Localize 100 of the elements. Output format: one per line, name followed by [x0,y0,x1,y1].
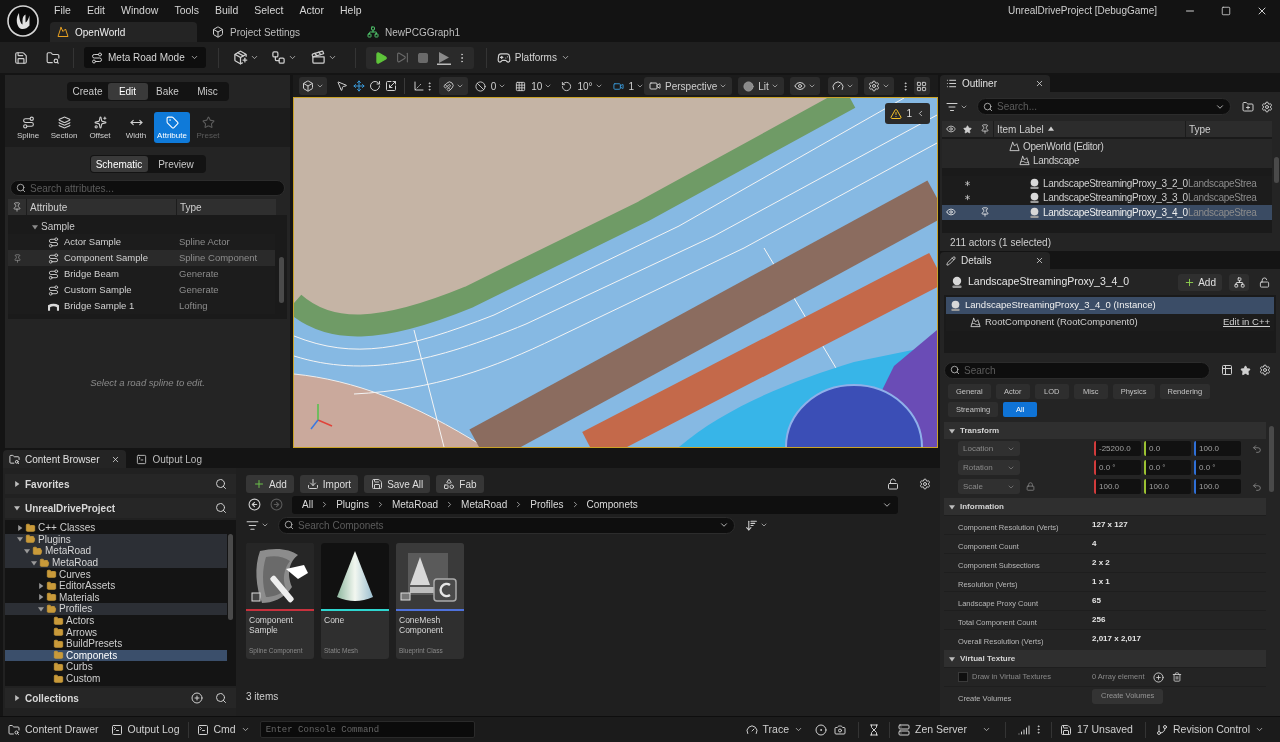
search-button[interactable] [214,691,228,705]
property-dropdown[interactable]: Location [958,441,1020,456]
close-tab-button[interactable] [110,454,121,464]
folder-item[interactable]: Componets [5,649,227,662]
menu-item[interactable]: Select [246,1,292,20]
outliner-row[interactable]: OpenWorld (Editor) [942,139,1272,154]
document-tab[interactable]: Project Settings [205,22,352,42]
warning-badge[interactable]: 1 [885,103,930,124]
breadcrumb-link[interactable]: All [300,497,316,512]
scrollbar-thumb[interactable] [279,257,284,303]
settings-dropdown[interactable] [863,77,894,95]
panel-tab[interactable]: Outliner [940,75,1050,92]
surface-snap-dropdown[interactable]: 0 [474,77,507,95]
folder-item[interactable]: EditorAssets [5,579,227,592]
add-folder-button[interactable] [1241,99,1255,114]
menu-item[interactable]: Help [331,1,370,20]
logo-icon[interactable] [7,5,39,37]
mode-tab[interactable]: Edit [107,83,148,100]
search-button[interactable] [214,477,228,491]
outliner-row[interactable]: LandscapeStreamingProxy_3_4_0LandscapeStrea [942,205,1272,220]
trace-dropdown[interactable]: Trace [741,719,807,740]
close-tab-button[interactable] [1034,255,1044,266]
add-element-button[interactable] [1152,671,1165,683]
folder-item[interactable]: Plugins [5,533,227,546]
number-field[interactable]: 0.0 ° [1094,460,1141,475]
back-button[interactable] [246,496,262,513]
folder-item[interactable]: BuildPresets [5,637,227,650]
folder-item[interactable]: C++ Classes [5,522,227,534]
tool-button[interactable]: Section [46,112,82,143]
camera-speed-dropdown[interactable]: 1 [612,77,645,95]
menu-item[interactable]: Tools [166,1,207,20]
tool-button[interactable]: Attribute [154,112,190,143]
grid-snap-dropdown[interactable]: 10 [515,77,553,95]
number-field[interactable]: 0.0 [1144,441,1191,456]
tree-group[interactable]: Sample [8,219,75,234]
section-header[interactable]: Transform [944,422,1266,439]
settings-button[interactable] [1258,363,1271,377]
property-dropdown[interactable]: Scale [958,479,1020,494]
breadcrumb-link[interactable]: MetaRoad [389,497,441,512]
settings-button[interactable] [1260,99,1274,114]
scrollbar-thumb[interactable] [1269,426,1274,492]
shading-dropdown[interactable]: Lit [738,77,784,95]
console-input[interactable]: Enter Console Command [259,721,475,738]
add-button[interactable]: Add [246,475,294,493]
import-button[interactable]: Import [299,475,359,493]
folder-item[interactable]: Custom [5,672,227,685]
mode-dropdown[interactable]: Meta Road Mode [84,47,206,68]
search-field[interactable]: Search... [977,98,1231,115]
content-drawer-button[interactable]: Content Drawer [4,719,103,740]
panel-tab[interactable]: Output Log [130,450,208,468]
settings-button[interactable] [918,477,932,491]
folder-item[interactable]: Curbs [5,661,227,673]
search-button[interactable] [214,501,228,515]
section-header[interactable]: Information [944,498,1266,515]
number-field[interactable]: 100.0 [1094,479,1141,494]
menu-item[interactable]: Build [206,1,247,20]
search-field[interactable]: Search [944,361,1210,379]
performance-dropdown[interactable] [827,77,858,95]
component-row[interactable]: LandscapeStreamingProxy_3_4_0 (Instance) [946,297,1274,314]
folder-item[interactable]: Actors [5,614,227,627]
number-field[interactable]: 100.0 [1144,479,1191,494]
panel-tab[interactable]: Details [940,252,1050,269]
unsaved-button[interactable]: 17 Unsaved [1055,719,1137,740]
delete-button[interactable] [1170,671,1183,683]
section-header[interactable]: Favorites [14,476,70,492]
tool-button[interactable]: Offset [82,112,118,143]
folder-item[interactable]: Profiles [5,603,227,615]
number-field[interactable]: 0.0 ° [1144,460,1191,475]
menu-item[interactable]: Actor [291,1,332,20]
lock-icon[interactable] [1026,482,1035,491]
property-dropdown[interactable]: Rotation [958,460,1020,475]
folder-item[interactable]: Arrows [5,626,227,638]
menu-item[interactable]: Window [113,1,167,20]
reset-button[interactable] [1251,480,1263,493]
number-field[interactable]: 100.0 [1194,441,1241,456]
favorites-button[interactable] [1239,363,1252,377]
column-header[interactable]: Item Label [997,121,1054,137]
section-header[interactable]: Virtual Texture [944,650,1266,667]
search-field[interactable]: Search attributes... [10,180,285,196]
breadcrumb-link[interactable]: MetaRoad [459,497,510,512]
cmd-dropdown[interactable]: Cmd [192,719,254,740]
fab-button[interactable]: Fab [436,475,484,493]
hierarchy-button[interactable] [1229,273,1249,291]
tool-button[interactable]: Spline [10,112,46,143]
rotation-snap-dropdown[interactable]: 10° [561,77,603,95]
column-header[interactable]: Attribute [30,199,68,215]
menu-item[interactable]: File [46,1,79,20]
zen-server-dropdown[interactable]: Zen Server [893,719,995,740]
folder-item[interactable]: Curves [5,568,227,580]
menu-item[interactable]: Edit [78,1,113,20]
mode-tab[interactable]: Bake [147,83,188,100]
document-tab[interactable]: NewPCGGraph1 [360,22,507,42]
lock-button[interactable] [886,477,900,491]
show-dropdown[interactable] [789,77,820,95]
attribute-row[interactable]: Component Sample Spline Component [8,250,275,266]
save-all-button[interactable]: Save All [364,475,431,493]
close-tab-button[interactable] [1034,78,1044,89]
document-tab[interactable]: OpenWorld [50,22,197,42]
view-tab[interactable]: Schematic [90,156,148,172]
breadcrumb-link[interactable]: Profiles [528,497,566,512]
